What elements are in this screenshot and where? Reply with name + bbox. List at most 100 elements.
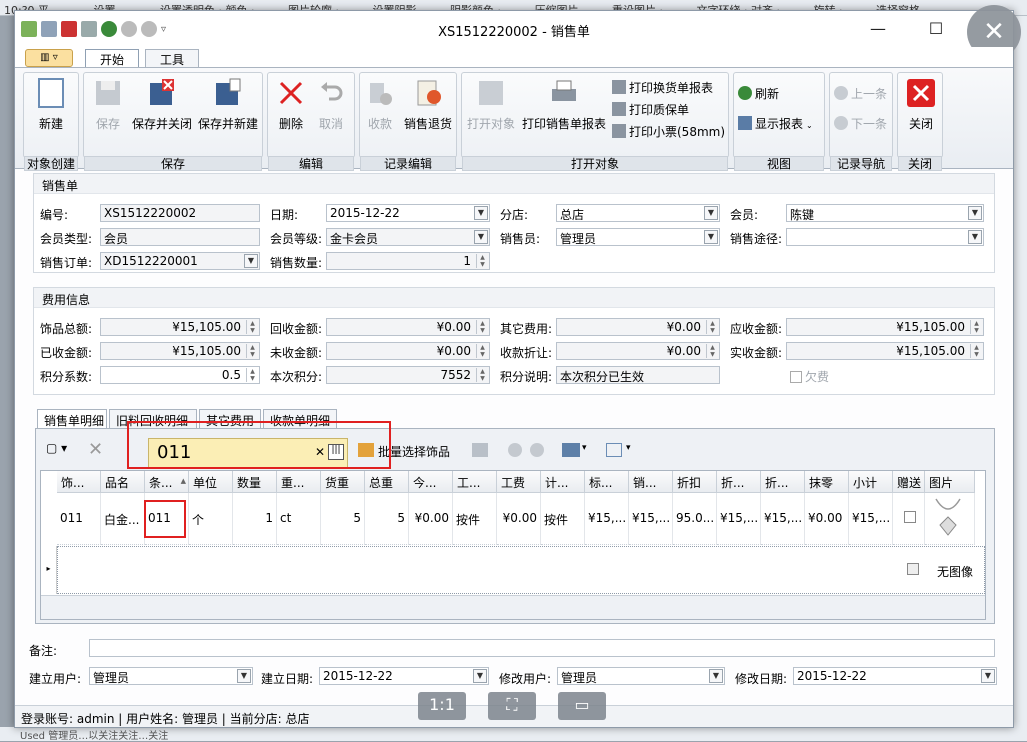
order-field[interactable]: XD1512220001 ▼ [100,252,260,270]
due-field[interactable]: ¥15,105.00 ▲ ▼ [786,318,984,336]
channel-field[interactable]: ▼ [786,228,984,246]
chevron-down-icon[interactable]: ▼ [237,669,251,683]
next-record-button[interactable]: 下一条 [834,115,887,132]
spin-icon[interactable]: ▲ ▼ [246,320,258,334]
spin-icon[interactable]: ▲ ▼ [476,344,488,358]
delete-button[interactable]: 删除 [272,77,310,132]
grid-header-cell[interactable]: 工费 [497,471,541,493]
grid-header-cell[interactable]: 折... [717,471,761,493]
grid-cell[interactable]: 按件 [541,493,585,545]
gift-checkbox-new[interactable] [907,563,919,575]
unreceived-field[interactable]: ¥0.00 ▲ ▼ [326,342,490,360]
member-field[interactable]: 陈键 ▼ [786,204,984,222]
grid-cell[interactable]: ¥15,... [761,493,805,545]
grid-cell[interactable]: ¥15,... [585,493,629,545]
grid-header-cell[interactable]: 饰... [57,471,101,493]
grid-cell[interactable]: 1 [233,493,277,545]
spin-icon[interactable]: ▲ ▼ [970,344,982,358]
open-object-button[interactable]: 打开对象 [464,77,518,132]
modifier-field[interactable]: 管理员 ▼ [557,667,725,685]
new-row[interactable] [57,546,985,594]
grid-header-cell[interactable]: 赠送 [893,471,925,493]
grid-header-cell[interactable]: 数量 [233,471,277,493]
date-field[interactable]: 2015-12-22 ▼ [326,204,490,222]
save-button[interactable]: 保存 [88,77,128,132]
grid-header-cell[interactable]: 图片 [925,471,975,493]
cancel-button[interactable]: 取消 [312,77,350,132]
spin-icon[interactable]: ▲ ▼ [476,368,488,382]
actual-size-icon[interactable]: 1:1 [418,692,466,720]
receive-button[interactable]: 收款 [362,77,398,132]
grid-header-cell[interactable]: 总重 [365,471,409,493]
grid-cell[interactable]: 95.0... [673,493,717,545]
seller-field[interactable]: 管理员 ▼ [556,228,720,246]
other-fee-field[interactable]: ¥0.00 ▲ ▼ [556,318,720,336]
member-type-field[interactable]: 会员 [100,228,260,246]
print-sales-report-button[interactable]: 打印销售单报表 [520,77,608,132]
grid-cell[interactable]: 白金... [101,493,145,545]
chevron-down-icon[interactable]: ▼ [704,230,718,244]
application-menu-button[interactable]: ▥ ▿ [25,49,73,67]
grid-cell[interactable]: ¥0.00 [805,493,849,545]
spin-icon[interactable]: ▲ ▼ [246,368,258,382]
create-date-field[interactable]: 2015-12-22 ▼ [319,667,489,685]
grid-cell[interactable]: 按件 [453,493,497,545]
modify-date-field[interactable]: 2015-12-22 ▼ [793,667,997,685]
grid-header-cell[interactable]: 单位 [189,471,233,493]
chevron-down-icon[interactable]: ▼ [968,230,982,244]
spin-icon[interactable]: ▲ ▼ [476,254,488,268]
actual-field[interactable]: ¥15,105.00 ▲ ▼ [786,342,984,360]
chevron-down-icon[interactable]: ▼ [981,669,995,683]
grid-header-cell[interactable]: 今... [409,471,453,493]
total-field[interactable]: ¥15,105.00 ▲ ▼ [100,318,260,336]
chevron-down-icon[interactable]: ▼ [474,230,488,244]
save-and-new-button[interactable]: 保存并新建 [196,77,260,132]
copy-icon[interactable] [472,443,488,457]
spin-icon[interactable]: ▲ ▼ [476,320,488,334]
owe-checkbox[interactable]: 欠费 [790,368,829,385]
grid-header-cell[interactable]: 工... [453,471,497,493]
maximize-button[interactable]: ☐ [921,19,951,38]
grid-header-cell[interactable]: 重... [277,471,321,493]
print-ticket-button[interactable]: 打印小票(58mm) [612,123,725,140]
chevron-down-icon[interactable]: ▾ [582,443,587,453]
spin-icon[interactable]: ▲ ▼ [706,344,718,358]
spin-icon[interactable]: ▲ ▼ [246,344,258,358]
show-report-button[interactable]: 显示报表 ⌄ [738,115,813,132]
points-note-field[interactable]: 本次积分已生效 [556,366,720,384]
up-icon[interactable] [508,443,522,457]
minimize-button[interactable]: — [863,19,893,38]
grid-cell[interactable] [893,493,925,545]
grid-cell[interactable] [925,493,975,545]
refresh-button[interactable]: 刷新 [738,85,779,102]
chevron-down-icon[interactable]: ▼ [473,669,487,683]
note-field[interactable] [89,639,995,657]
grid-cell[interactable]: ¥15,... [629,493,673,545]
spin-icon[interactable]: ▲ ▼ [706,320,718,334]
grid-header-cell[interactable]: 标... [585,471,629,493]
member-level-field[interactable]: 金卡会员 ▼ [326,228,490,246]
factor-field[interactable]: 0.5 ▲ ▼ [100,366,260,384]
grid-header-cell[interactable]: 品名 [101,471,145,493]
grid-cell[interactable]: 个 [189,493,233,545]
chevron-down-icon[interactable]: ▼ [968,206,982,220]
fit-screen-icon[interactable]: ⛶ [488,692,536,720]
chevron-down-icon[interactable]: ▼ [709,669,723,683]
tab-sales-detail[interactable]: 销售单明细 [37,409,107,430]
branch-field[interactable]: 总店 ▼ [556,204,720,222]
chevron-down-icon[interactable]: ▼ [704,206,718,220]
save-and-close-button[interactable]: 保存并关闭 [130,77,194,132]
prev-record-button[interactable]: 上一条 [834,85,887,102]
gift-checkbox[interactable] [904,511,916,523]
grid-cell[interactable]: 5 [365,493,409,545]
tab-tools[interactable]: 工具 [145,49,200,67]
received-field[interactable]: ¥15,105.00 ▲ ▼ [100,342,260,360]
sales-return-button[interactable]: 销售退货 [400,77,456,132]
new-button[interactable]: 新建 [28,77,74,132]
grid-header-cell[interactable]: 计... [541,471,585,493]
grid-header-cell[interactable]: 销... [629,471,673,493]
down-icon[interactable] [530,443,544,457]
no-field[interactable]: XS1512220002 [100,204,260,222]
qty-field[interactable]: 1 ▲ ▼ [326,252,490,270]
print-exchange-button[interactable]: 打印换货单报表 [612,79,713,96]
